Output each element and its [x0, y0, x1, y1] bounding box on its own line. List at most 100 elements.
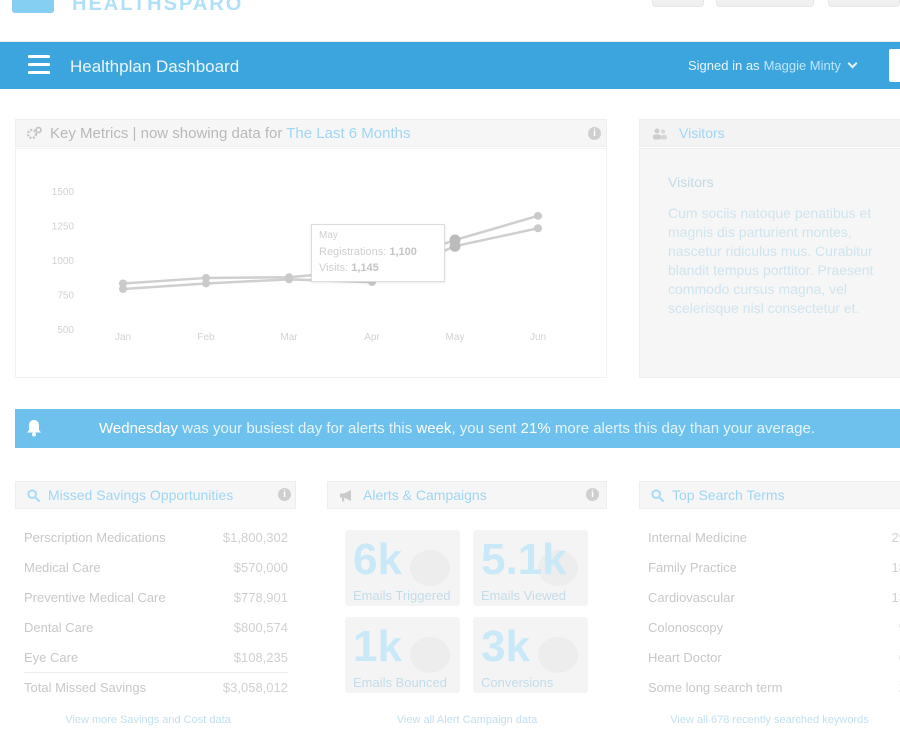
list-item: Medical Care $570,000 [24, 552, 288, 582]
stat-tile[interactable]: 1k Emails Bounced [345, 617, 460, 693]
x-tick-label: Mar [280, 332, 298, 343]
nav-bar: Healthplan Dashboard Signed in as Maggie … [0, 42, 900, 89]
envelope-icon [538, 637, 578, 673]
list-item-value: 18 [891, 559, 900, 575]
users-icon [653, 128, 667, 139]
banner-week: week [416, 420, 452, 437]
list-item: Perscription Medications $1,800,302 [24, 522, 288, 552]
view-keywords-link[interactable]: View all 678 recently searched keywords [639, 714, 900, 726]
info-icon[interactable]: i [588, 127, 601, 140]
banner-day: Wednesday [99, 420, 178, 437]
alerts-title: Alerts & Campaigns [363, 487, 487, 503]
user-menu[interactable]: Signed in as Maggie Minty [688, 58, 858, 73]
banner-percent: 21% [520, 420, 551, 437]
visitors-title: Visitors [679, 125, 725, 141]
top-bar: HEALTHSPARQ [0, 0, 900, 42]
list-item: Family Practice 18 [648, 552, 900, 582]
list-item-value: $800,574 [233, 619, 288, 635]
visitors-text: Cum sociis natoque penatibus et magnis d… [668, 205, 874, 316]
nav-action-button[interactable] [889, 49, 900, 82]
search-terms-title: Top Search Terms [672, 487, 785, 503]
list-item-label: Perscription Medications [24, 529, 166, 545]
data-point[interactable] [202, 273, 210, 282]
x-tick-label: Jan [115, 332, 131, 343]
list-item-label: Medical Care [24, 559, 101, 575]
stat-value: 5.1k [481, 535, 567, 584]
key-metrics-chart: 500 750 1000 1250 1500 Jan Feb Mar Apr May Jun May… [15, 148, 607, 378]
data-point[interactable] [534, 224, 542, 233]
stat-tile[interactable]: 3k Conversions [473, 617, 588, 693]
list-item-label: Family Practice [648, 559, 737, 575]
info-icon[interactable]: i [278, 488, 291, 501]
y-tick-label: 750 [57, 291, 74, 302]
x-tick-label: Jun [530, 332, 546, 343]
tooltip-month: May [319, 230, 338, 241]
data-point[interactable] [449, 234, 461, 246]
list-item-value: $1,800,302 [222, 529, 288, 545]
date-range-link[interactable]: The Last 6 Months [286, 125, 410, 142]
gears-icon [26, 126, 42, 140]
banner-text-3: more alerts this day than your average. [554, 420, 815, 437]
stat-tile[interactable]: 6k Emails Triggered [345, 530, 460, 606]
page-title: Healthplan Dashboard [70, 57, 240, 76]
chevron-down-icon [847, 58, 858, 69]
data-point[interactable] [285, 273, 293, 282]
search-icon [651, 488, 664, 502]
top-tab[interactable] [716, 0, 814, 7]
bell-icon [27, 420, 41, 437]
list-item: Internal Medicine 29 [648, 522, 900, 552]
total-row: Total Missed Savings $3,058,012 [24, 672, 288, 702]
view-savings-link[interactable]: View more Savings and Cost data [15, 714, 281, 726]
list-item: Preventive Medical Care $778,901 [24, 582, 288, 612]
stat-value: 1k [353, 622, 402, 671]
list-item-label: Colonoscopy [648, 619, 724, 635]
brand-logo[interactable]: HEALTHSPARQ [12, 0, 243, 14]
list-item-label: Cardiovascular [648, 589, 735, 605]
key-metrics-title: Key Metrics [50, 124, 129, 142]
tooltip-registrations-label: Registrations: [319, 246, 387, 258]
stat-value: 3k [481, 622, 530, 671]
stat-tile[interactable]: 5.1k Emails Viewed [473, 530, 588, 606]
list-item: Eye Care $108,235 [24, 642, 288, 672]
y-tick-label: 1250 [52, 222, 75, 233]
list-item-label: Dental Care [24, 619, 94, 635]
top-tab[interactable] [652, 0, 704, 7]
view-alerts-link[interactable]: View all Alert Campaign data [327, 714, 607, 726]
list-item-value: 13 [891, 589, 900, 605]
alerts-header: Alerts & Campaigns i [327, 481, 607, 509]
total-label: Total Missed Savings [24, 680, 147, 695]
y-tick-label: 1500 [52, 187, 75, 198]
data-point[interactable] [534, 211, 542, 220]
bullhorn-icon [340, 489, 351, 501]
visitors-subtitle: Visitors [668, 174, 714, 190]
list-item: Colonoscopy9 [648, 612, 900, 642]
envelope-icon [410, 550, 450, 586]
top-tab[interactable] [828, 0, 900, 7]
stat-value: 6k [353, 535, 402, 584]
list-item-label: Preventive Medical Care [24, 589, 166, 605]
logo-mark-icon [12, 0, 54, 13]
visitors-header: Visitors [639, 119, 900, 147]
brand-name: HEALTHSPARQ [72, 0, 243, 10]
key-metrics-subtitle: | now showing data for [132, 124, 283, 142]
data-point[interactable] [119, 279, 127, 288]
alert-banner: Wednesday was your busiest day for alert… [15, 409, 900, 448]
x-tick-label: Apr [364, 332, 380, 343]
y-tick-label: 500 [57, 325, 74, 336]
list-item: Heart Doctor6 [648, 642, 900, 672]
banner-message: Wednesday was your busiest day for alert… [99, 420, 815, 437]
list-item-label: Some long search term [648, 679, 783, 695]
list-item: Some long search term2 [648, 672, 900, 702]
stat-label: Emails Viewed [481, 588, 567, 603]
list-item-value: $778,901 [233, 589, 288, 605]
signed-in-label: Signed in as [688, 58, 760, 73]
missed-savings-title: Missed Savings Opportunities [48, 487, 234, 503]
list-item-value: $570,000 [233, 559, 288, 575]
menu-icon[interactable] [28, 55, 50, 75]
tooltip-visits-label: Visits: [319, 262, 349, 274]
total-value: $3,058,012 [222, 680, 288, 695]
x-tick-label: Feb [197, 332, 215, 343]
info-icon[interactable]: i [586, 488, 599, 501]
search-icon [27, 488, 40, 502]
key-metrics-header: Key Metrics | now showing data for The L… [15, 119, 607, 147]
